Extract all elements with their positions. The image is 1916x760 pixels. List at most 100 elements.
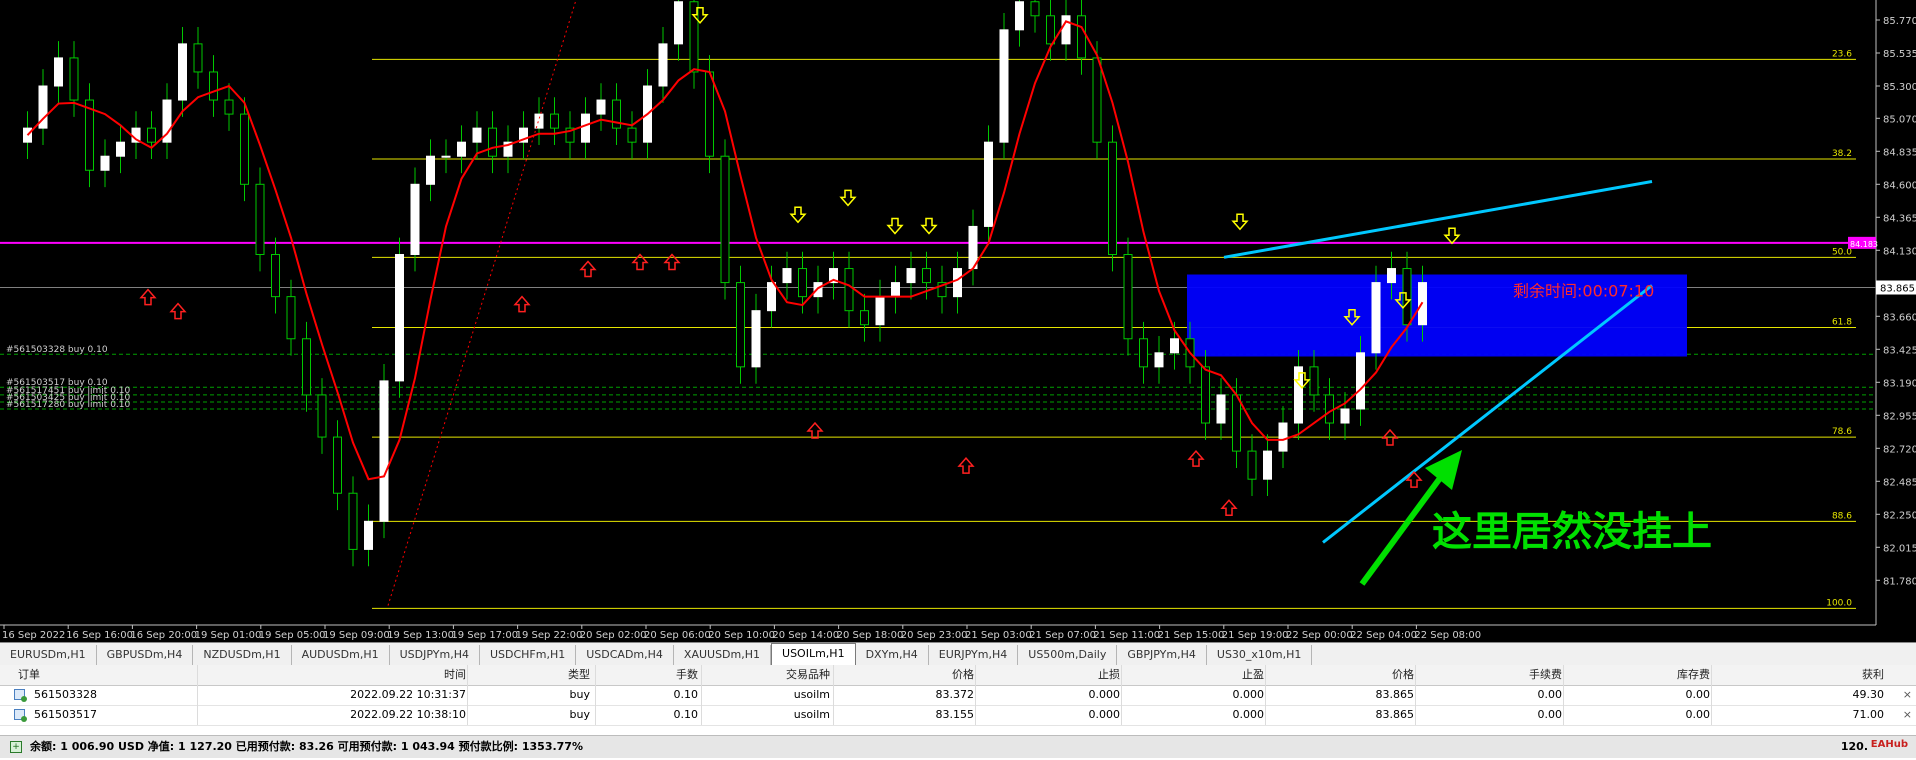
column-header-stop-loss[interactable]: 止损 xyxy=(978,665,1120,685)
column-header-swap[interactable]: 库存费 xyxy=(1566,665,1710,685)
candle-body xyxy=(550,113,559,129)
sell-signal-arrow-icon xyxy=(920,217,938,235)
tab-usoilm-h1[interactable]: USOILm,H1 xyxy=(771,643,856,665)
time-label: 22 Sep 08:00 xyxy=(1414,630,1481,641)
upper-trend-line xyxy=(1223,180,1653,259)
candle-body xyxy=(1402,268,1412,326)
tab-audusdm-h1[interactable]: AUDUSDm,H1 xyxy=(292,645,390,665)
column-divider[interactable] xyxy=(975,665,976,725)
price-chart[interactable]: 85.770 85.535 85.300 85.070 84.835 84.600 84.3… xyxy=(0,0,1916,642)
tab-usdjpym-h4[interactable]: USDJPYm,H4 xyxy=(390,645,480,665)
candle-body xyxy=(860,310,869,326)
time-label: 21 Sep 03:00 xyxy=(965,630,1032,641)
candle-body xyxy=(674,1,683,45)
tab-usdchfm-h1[interactable]: USDCHFm,H1 xyxy=(480,645,577,665)
buy-signal-arrow-icon xyxy=(1187,449,1205,467)
column-divider[interactable] xyxy=(1563,665,1564,725)
candle-body xyxy=(1015,1,1024,31)
candle-body xyxy=(1139,338,1148,368)
candle-body xyxy=(767,282,776,312)
candle-body xyxy=(1247,450,1257,480)
order-icon xyxy=(14,709,27,722)
price-label: 84.835 xyxy=(1883,147,1916,158)
time-label: 21 Sep 15:00 xyxy=(1158,630,1225,641)
column-divider[interactable] xyxy=(467,665,468,725)
price-label: 84.365 xyxy=(1883,213,1916,224)
column-divider[interactable] xyxy=(595,665,596,725)
countdown-timer: 剩余时间:00:07:10 xyxy=(1513,282,1654,301)
tab-gbpusdm-h4[interactable]: GBPUSDm,H4 xyxy=(97,645,194,665)
tab-xauusdm-h1[interactable]: XAUUSDm,H1 xyxy=(674,645,772,665)
candle-body xyxy=(1092,57,1102,143)
column-divider[interactable] xyxy=(1711,665,1712,725)
buy-signal-arrow-icon xyxy=(1220,499,1238,517)
tab-eurjpym-h4[interactable]: EURJPYm,H4 xyxy=(929,645,1019,665)
time-label: 19 Sep 17:00 xyxy=(451,630,518,641)
cell-order: 561503328 xyxy=(34,688,97,701)
column-header-current-price[interactable]: 价格 xyxy=(1268,665,1414,685)
column-divider[interactable] xyxy=(701,665,702,725)
column-header-take-profit[interactable]: 止盈 xyxy=(1124,665,1264,685)
column-header-profit[interactable]: 获利 xyxy=(1714,665,1884,685)
column-header-order[interactable]: 订单 xyxy=(18,665,158,685)
price-label: 83.660 xyxy=(1883,312,1916,323)
column-divider[interactable] xyxy=(833,665,834,725)
tab-dxym-h4[interactable]: DXYm,H4 xyxy=(856,645,929,665)
column-header-lots[interactable]: 手数 xyxy=(598,665,698,685)
candle-body xyxy=(1123,254,1133,340)
candle-body xyxy=(472,127,482,143)
tab-usdcadm-h4[interactable]: USDCADm,H4 xyxy=(576,645,674,665)
tab-nzdusdm-h1[interactable]: NZDUSDm,H1 xyxy=(193,645,292,665)
column-divider[interactable] xyxy=(197,665,198,725)
cell-open-price: 83.372 xyxy=(935,688,975,701)
column-header-open-price[interactable]: 价格 xyxy=(836,665,974,685)
chart-canvas[interactable]: 85.770 85.535 85.300 85.070 84.835 84.600 84.3… xyxy=(0,0,1916,642)
account-summary-text: 余额: 1 006.90 USD 净值: 1 127.20 已用预付款: 83.… xyxy=(30,740,583,753)
fib-label: 23.6 xyxy=(1832,49,1852,59)
candle-body xyxy=(1387,268,1396,284)
column-header-type[interactable]: 类型 xyxy=(470,665,590,685)
candle-body xyxy=(953,268,962,298)
candle-body xyxy=(782,268,792,284)
column-divider[interactable] xyxy=(1121,665,1122,725)
candle-body xyxy=(193,43,203,73)
table-row[interactable]: 561503517 2022.09.22 10:38:10 buy 0.10 usoil… xyxy=(0,705,1916,726)
candle-body xyxy=(302,338,311,396)
cell-profit: 71.00 xyxy=(1852,708,1885,721)
tab-eurusdm-h1[interactable]: EURUSDm,H1 xyxy=(0,645,97,665)
close-order-icon[interactable]: × xyxy=(1903,705,1912,725)
candle-body xyxy=(1371,282,1381,354)
column-header-commission[interactable]: 手续费 xyxy=(1418,665,1562,685)
column-divider[interactable] xyxy=(1415,665,1416,725)
total-profit-value: 120. xyxy=(1840,740,1868,753)
candle-body xyxy=(147,127,156,143)
cell-stop-loss: 0.000 xyxy=(1088,708,1121,721)
table-row[interactable]: 561503328 2022.09.22 10:31:37 buy 0.10 usoil… xyxy=(0,685,1916,706)
candle-body xyxy=(581,113,590,143)
candle-body xyxy=(348,492,358,550)
buy-signal-arrow-icon xyxy=(513,295,531,313)
price-label: 84.130 xyxy=(1883,246,1916,257)
candle-body xyxy=(627,127,637,143)
candle-body xyxy=(736,282,745,368)
price-label: 85.300 xyxy=(1883,82,1916,93)
candle-body xyxy=(426,155,435,185)
tab-gbpjpym-h4[interactable]: GBPJPYm,H4 xyxy=(1117,645,1207,665)
time-label: 20 Sep 02:00 xyxy=(580,630,647,641)
candle-body xyxy=(317,394,327,438)
time-label: 19 Sep 22:00 xyxy=(516,630,583,641)
price-label: 82.720 xyxy=(1883,444,1916,455)
cell-time: 2022.09.22 10:38:10 xyxy=(350,708,466,721)
order-label: #561517280 buy limit 0.10 xyxy=(6,400,131,410)
tab-us30-x10m-h1[interactable]: US30_x10m,H1 xyxy=(1207,645,1313,665)
candle-body xyxy=(54,57,63,87)
candle-body xyxy=(395,254,404,382)
column-header-symbol[interactable]: 交易品种 xyxy=(704,665,830,685)
candle-body xyxy=(1030,1,1040,17)
close-order-icon[interactable]: × xyxy=(1903,685,1912,705)
column-divider[interactable] xyxy=(1265,665,1266,725)
candle-body xyxy=(240,113,249,185)
tab-us500m-daily[interactable]: US500m,Daily xyxy=(1018,645,1118,665)
buy-signal-arrow-icon xyxy=(139,288,157,306)
column-header-time[interactable]: 时间 xyxy=(200,665,466,685)
